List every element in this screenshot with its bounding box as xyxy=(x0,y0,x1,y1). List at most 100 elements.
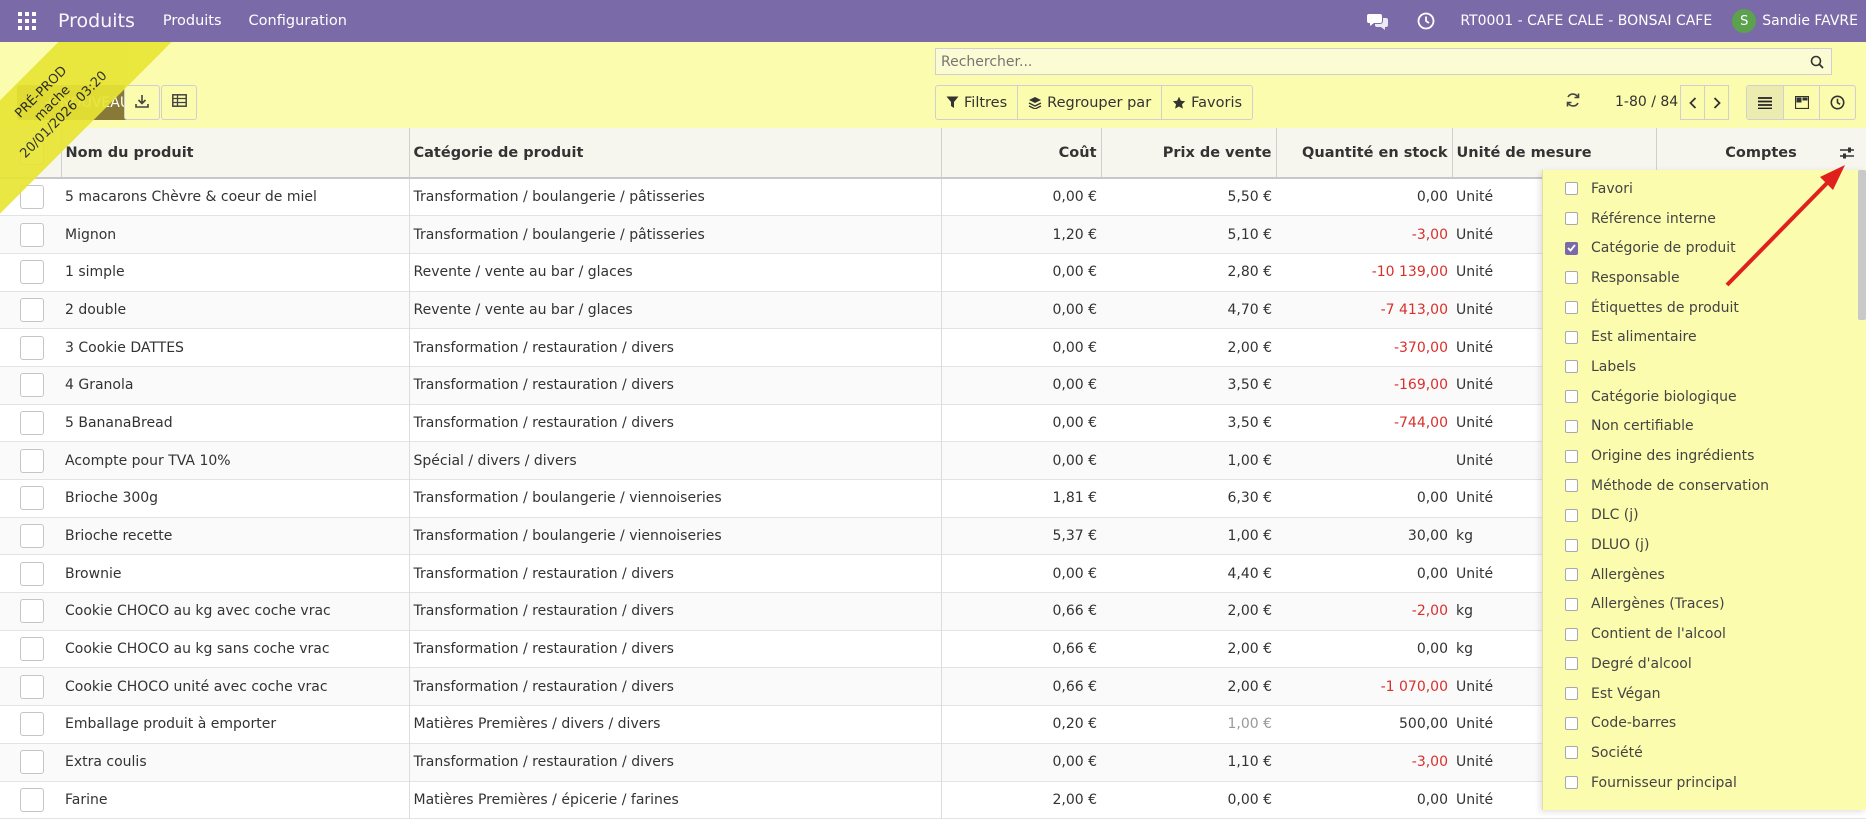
menu-configuration[interactable]: Configuration xyxy=(249,13,347,29)
row-checkbox[interactable] xyxy=(20,524,44,549)
header-qty[interactable]: Quantité en stock xyxy=(1276,128,1453,179)
apps-grid-icon[interactable] xyxy=(18,12,36,30)
dropdown-scrollbar[interactable] xyxy=(1858,170,1866,320)
optional-column-item[interactable]: DLUO (j) xyxy=(1543,530,1866,560)
discuss-icon[interactable] xyxy=(1367,10,1389,32)
row-checkbox[interactable] xyxy=(20,222,44,247)
optional-column-checkbox[interactable] xyxy=(1565,212,1578,226)
app-brand[interactable]: Produits xyxy=(58,10,135,32)
optional-column-item[interactable]: Catégorie biologique xyxy=(1543,382,1866,412)
list-view-button[interactable] xyxy=(1747,86,1783,119)
optional-column-checkbox[interactable] xyxy=(1565,390,1578,404)
optional-column-checkbox[interactable] xyxy=(1565,657,1578,671)
activity-view-button[interactable] xyxy=(1819,86,1855,119)
optional-column-item[interactable]: Non certifiable xyxy=(1543,412,1866,442)
header-category[interactable]: Catégorie de produit xyxy=(409,128,942,179)
optional-column-item[interactable]: Référence interne xyxy=(1543,204,1866,234)
pager-value[interactable]: 1-80 / 84 xyxy=(1615,94,1678,110)
spreadsheet-button[interactable] xyxy=(161,85,197,120)
cell-name: Mignon xyxy=(61,215,410,254)
optional-column-checkbox[interactable] xyxy=(1565,716,1578,730)
row-checkbox[interactable] xyxy=(20,448,44,473)
optional-column-item[interactable]: Fournisseur principal xyxy=(1543,768,1866,798)
row-checkbox[interactable] xyxy=(20,373,44,398)
optional-column-checkbox[interactable] xyxy=(1565,746,1578,760)
optional-column-checkbox[interactable] xyxy=(1565,182,1578,196)
optional-column-item[interactable]: Société xyxy=(1543,738,1866,768)
export-button[interactable] xyxy=(124,85,160,120)
optional-column-item[interactable]: Contient de l'alcool xyxy=(1543,619,1866,649)
user-avatar[interactable]: S xyxy=(1732,9,1757,33)
optional-column-item[interactable]: Code-barres xyxy=(1543,708,1866,738)
row-checkbox[interactable] xyxy=(20,787,44,812)
cell-name: Cookie CHOCO au kg sans coche vrac xyxy=(61,630,410,668)
row-checkbox[interactable] xyxy=(20,335,44,360)
optional-column-checkbox[interactable] xyxy=(1565,449,1578,463)
optional-column-item[interactable]: Méthode de conservation xyxy=(1543,471,1866,501)
optional-column-label: Allergènes (Traces) xyxy=(1591,596,1725,613)
search-icon[interactable] xyxy=(1803,49,1831,74)
cell-cost: 0,00 € xyxy=(1052,301,1097,318)
optional-column-checkbox[interactable] xyxy=(1565,241,1578,255)
optional-column-checkbox[interactable] xyxy=(1565,360,1578,374)
favorites-button[interactable]: Favoris xyxy=(1161,86,1252,119)
optional-column-checkbox[interactable] xyxy=(1565,776,1578,790)
optional-column-item[interactable]: Favori xyxy=(1543,174,1866,204)
user-menu[interactable]: Sandie FAVRE xyxy=(1762,13,1858,29)
select-all-checkbox[interactable] xyxy=(20,140,44,165)
clock-icon xyxy=(1830,95,1845,110)
cell-category: Transformation / boulangerie / pâtisseri… xyxy=(409,215,942,254)
pager-previous[interactable] xyxy=(1680,85,1705,120)
optional-columns-toggle-icon[interactable] xyxy=(1839,146,1855,164)
row-checkbox[interactable] xyxy=(20,750,44,775)
optional-column-item[interactable]: DLC (j) xyxy=(1543,501,1866,531)
activity-clock-icon[interactable] xyxy=(1415,10,1437,32)
filters-button[interactable]: Filtres xyxy=(936,86,1017,119)
search-input[interactable] xyxy=(936,49,1803,74)
optional-column-checkbox[interactable] xyxy=(1565,508,1578,522)
optional-column-item[interactable]: Est Végan xyxy=(1543,679,1866,709)
optional-column-item[interactable]: Allergènes (Traces) xyxy=(1543,590,1866,620)
select-all-cell[interactable] xyxy=(0,128,62,179)
kanban-view-button[interactable] xyxy=(1783,86,1819,119)
row-checkbox[interactable] xyxy=(20,185,44,210)
row-checkbox[interactable] xyxy=(20,486,44,511)
optional-column-checkbox[interactable] xyxy=(1565,568,1578,582)
row-checkbox[interactable] xyxy=(20,712,44,737)
optional-column-item[interactable]: Étiquettes de produit xyxy=(1543,293,1866,323)
optional-column-item[interactable]: Allergènes xyxy=(1543,560,1866,590)
refresh-icon[interactable] xyxy=(1565,92,1581,112)
optional-column-item[interactable]: Degré d'alcool xyxy=(1543,649,1866,679)
optional-column-checkbox[interactable] xyxy=(1565,479,1578,493)
row-checkbox[interactable] xyxy=(20,674,44,699)
row-checkbox[interactable] xyxy=(20,637,44,662)
optional-column-checkbox[interactable] xyxy=(1565,627,1578,641)
row-checkbox[interactable] xyxy=(20,410,44,435)
optional-column-item[interactable]: Responsable xyxy=(1543,263,1866,293)
optional-column-checkbox[interactable] xyxy=(1565,597,1578,611)
optional-column-item[interactable]: Catégorie de produit xyxy=(1543,233,1866,263)
optional-column-checkbox[interactable] xyxy=(1565,538,1578,552)
row-checkbox[interactable] xyxy=(20,599,44,624)
optional-column-checkbox[interactable] xyxy=(1565,687,1578,701)
search-bar xyxy=(935,48,1832,75)
optional-column-item[interactable]: Est alimentaire xyxy=(1543,322,1866,352)
cell-qty: -1 070,00 xyxy=(1380,678,1448,695)
row-checkbox[interactable] xyxy=(20,260,44,285)
optional-column-checkbox[interactable] xyxy=(1565,419,1578,433)
optional-column-checkbox[interactable] xyxy=(1565,301,1578,315)
menu-produits[interactable]: Produits xyxy=(163,13,222,29)
pager-next[interactable] xyxy=(1704,85,1729,120)
header-price[interactable]: Prix de vente xyxy=(1101,128,1277,179)
header-name[interactable]: Nom du produit xyxy=(61,128,410,179)
row-checkbox[interactable] xyxy=(20,561,44,586)
optional-column-checkbox[interactable] xyxy=(1565,330,1578,344)
groupby-button[interactable]: Regrouper par xyxy=(1017,86,1161,119)
optional-column-item[interactable]: Labels xyxy=(1543,352,1866,382)
company-switcher[interactable]: RT0001 - CAFE CALE - BONSAI CAFE xyxy=(1460,13,1712,29)
cell-category: Transformation / boulangerie / viennoise… xyxy=(409,479,942,518)
header-cost[interactable]: Coût xyxy=(941,128,1102,179)
optional-column-checkbox[interactable] xyxy=(1565,271,1578,285)
optional-column-item[interactable]: Origine des ingrédients xyxy=(1543,441,1866,471)
row-checkbox[interactable] xyxy=(20,297,44,322)
